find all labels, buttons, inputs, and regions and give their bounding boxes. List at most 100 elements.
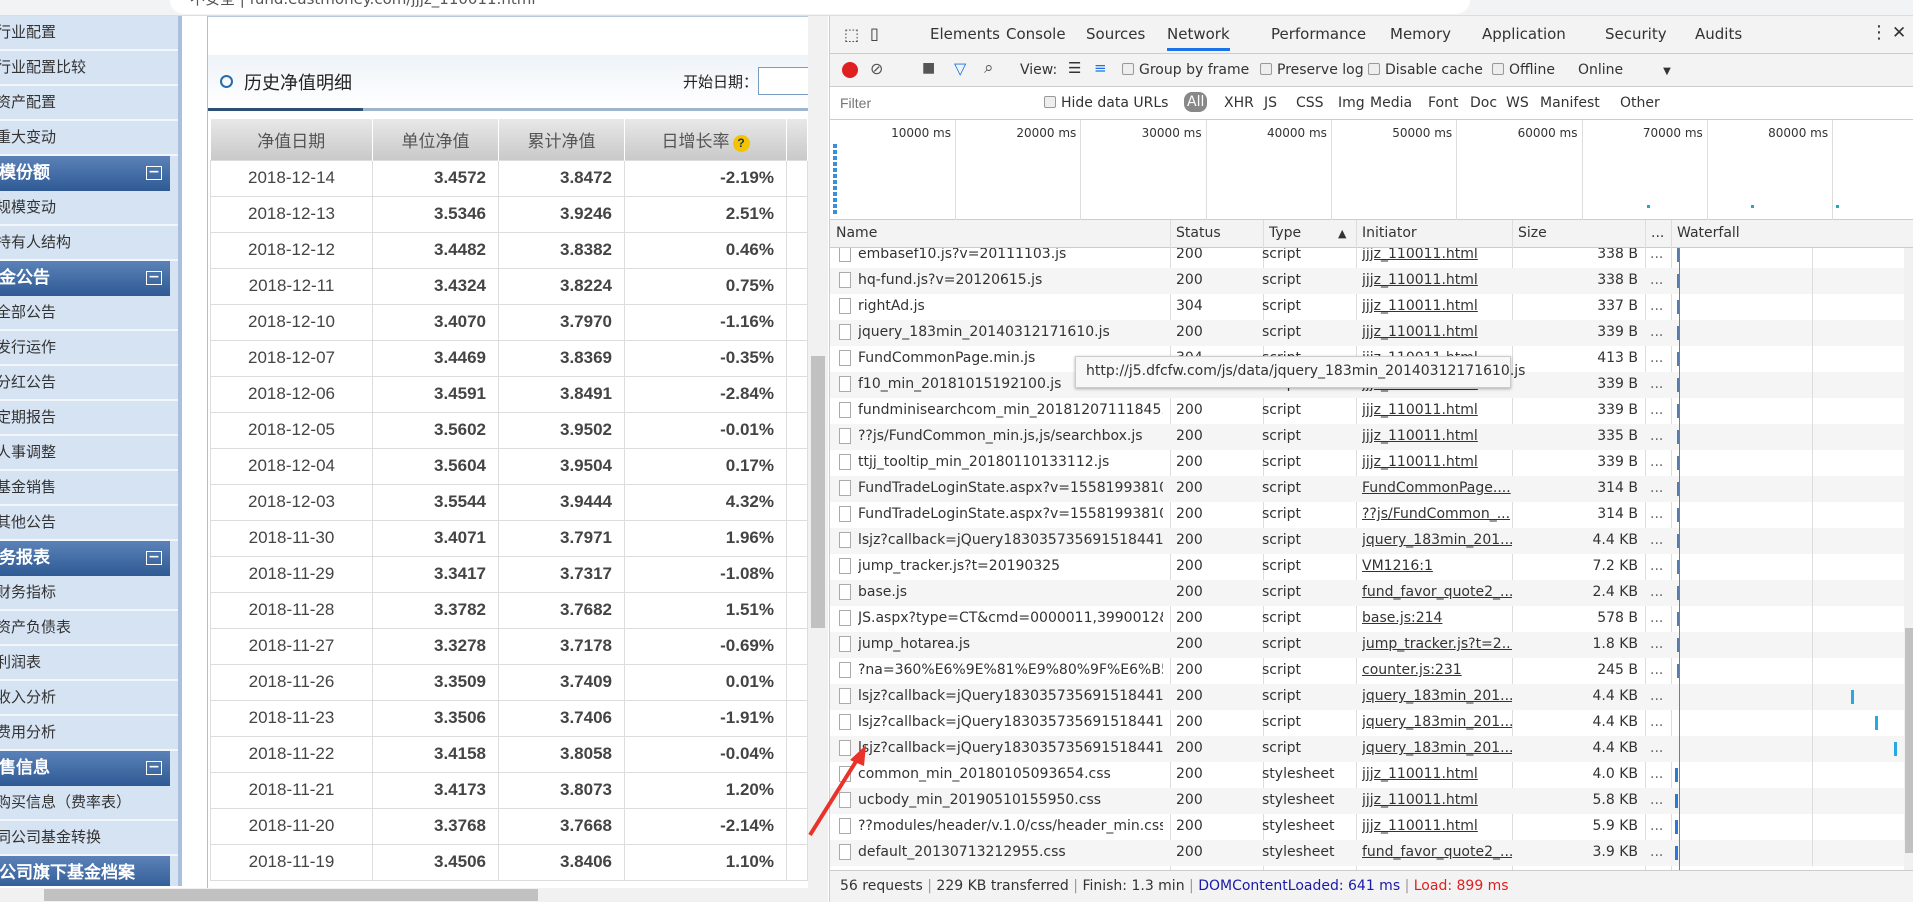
page-horizontal-scrollbar[interactable] <box>0 888 828 902</box>
request-row[interactable]: rightAd.js 304 script jjjz_110011.html 337 B… <box>830 294 1904 320</box>
collapse-icon[interactable]: − <box>146 270 162 285</box>
filter-type-css[interactable]: CSS <box>1296 95 1324 111</box>
request-row[interactable]: FundTradeLoginState.aspx?v=1558199381018… <box>830 502 1904 528</box>
request-initiator[interactable]: jjjz_110011.html <box>1362 402 1512 418</box>
sidebar-item[interactable]: 持有人结构 <box>0 226 178 261</box>
request-initiator[interactable]: VM1216:1 <box>1362 558 1512 574</box>
request-row[interactable]: ucbody_min_20190510155950.css 200 styleshe… <box>830 788 1904 814</box>
sidebar-item[interactable]: 重大变动 <box>0 121 178 156</box>
request-row[interactable]: embasef10.js?v=20111103.js 200 script jjjz_… <box>830 248 1904 268</box>
request-row[interactable]: ??modules/header/v.1.0/css/header_min.cs… <box>830 814 1904 840</box>
help-icon[interactable]: ? <box>732 134 750 152</box>
filter-type-all[interactable]: All <box>1184 92 1208 112</box>
sidebar-item[interactable]: 全部公告 <box>0 296 178 331</box>
inspect-element-icon[interactable]: ⬚ <box>844 25 859 44</box>
request-initiator[interactable]: jjjz_110011.html <box>1362 272 1512 288</box>
scrollbar-thumb[interactable] <box>1905 628 1913 853</box>
device-toolbar-icon[interactable]: ▯ <box>870 24 879 43</box>
collapse-icon[interactable]: − <box>146 760 162 775</box>
hide-data-urls-checkbox[interactable]: Hide data URLs <box>1044 95 1168 111</box>
filter-input[interactable] <box>834 90 1034 116</box>
filter-type-doc[interactable]: Doc <box>1470 95 1497 111</box>
column-header-initiator[interactable]: Initiator <box>1362 225 1417 241</box>
request-list-scrollbar[interactable] <box>1904 248 1913 870</box>
tab-memory[interactable]: Memory <box>1390 25 1451 43</box>
request-initiator[interactable]: jjjz_110011.html <box>1362 792 1512 808</box>
scrollbar-thumb[interactable] <box>811 356 825 628</box>
collapse-icon[interactable]: − <box>146 550 162 565</box>
request-row[interactable]: lsjz?callback=jQuery183035735691518441​0… <box>830 528 1904 554</box>
request-row[interactable]: lsjz?callback=jQuery183035735691518441​0… <box>830 684 1904 710</box>
request-row[interactable]: default_20130713212955.css 200 stylesheet f… <box>830 840 1904 866</box>
start-date-input[interactable] <box>758 67 808 95</box>
sidebar-item[interactable]: 规模变动 <box>0 191 178 226</box>
scrollbar-thumb[interactable] <box>44 889 538 901</box>
column-header-status[interactable]: Status <box>1176 225 1221 241</box>
group-by-frame-checkbox[interactable]: Group by frame <box>1122 62 1249 78</box>
request-row[interactable]: fundminisearchcom_min_20181207111845.js 2… <box>830 398 1904 424</box>
request-initiator[interactable]: jjjz_110011.html <box>1362 818 1512 834</box>
request-initiator[interactable]: jjjz_110011.html <box>1362 454 1512 470</box>
column-header-name[interactable]: Name <box>836 225 877 241</box>
sidebar-item[interactable]: 其他公告 <box>0 506 178 541</box>
request-initiator[interactable]: jquery_183min_201... <box>1362 532 1512 548</box>
sidebar-section-header[interactable]: 财务报表 − <box>0 541 170 576</box>
address-bar[interactable]: 不安全 | fund.eastmoney.com/jjjz_110011.htm… <box>170 0 1470 14</box>
tab-elements[interactable]: Elements <box>930 25 1000 43</box>
request-row[interactable]: ?na=360%E6%9E%81%E9%80%9F%E6%B5... 200 scr… <box>830 658 1904 684</box>
sidebar-item[interactable]: 资产负债表 <box>0 611 178 646</box>
filter-type-other[interactable]: Other <box>1620 95 1660 111</box>
tab-audits[interactable]: Audits <box>1695 25 1742 43</box>
column-header-more[interactable]: ... <box>1651 225 1664 241</box>
offline-checkbox[interactable]: Offline <box>1492 62 1555 78</box>
search-icon[interactable]: ⌕ <box>984 58 994 78</box>
sidebar-section-header[interactable]: 基金公告 − <box>0 261 170 296</box>
sidebar-item[interactable]: 费用分析 <box>0 716 178 751</box>
request-initiator[interactable]: jjjz_110011.html <box>1362 248 1512 262</box>
sidebar-item[interactable]: 收入分析 <box>0 681 178 716</box>
filter-type-media[interactable]: Media <box>1370 95 1412 111</box>
clear-icon[interactable]: ⊘ <box>870 59 883 78</box>
disable-cache-checkbox[interactable]: Disable cache <box>1368 62 1483 78</box>
sidebar-item[interactable]: 资产配置 <box>0 86 178 121</box>
request-row[interactable]: lsjz?callback=jQuery183035735691518441​0… <box>830 736 1904 762</box>
request-initiator[interactable]: jjjz_110011.html <box>1362 324 1512 340</box>
column-header-size[interactable]: Size <box>1518 225 1547 241</box>
request-initiator[interactable]: FundCommonPage.... <box>1362 480 1512 496</box>
more-options-icon[interactable]: ⋮ <box>1870 22 1888 43</box>
tab-network[interactable]: Network <box>1167 25 1230 51</box>
column-header-type[interactable]: Type <box>1269 225 1301 241</box>
overview-icon[interactable]: ≡ <box>1094 59 1107 77</box>
request-row[interactable]: jump_tracker.js?t=20190325 200 script VM121… <box>830 554 1904 580</box>
request-initiator[interactable]: ??js/FundCommon_... <box>1362 506 1512 522</box>
sidebar-item[interactable]: 基金销售 <box>0 471 178 506</box>
request-initiator[interactable]: jjjz_110011.html <box>1362 766 1512 782</box>
request-row[interactable]: jump_hotarea.js 200 script jump_tracker.js?… <box>830 632 1904 658</box>
request-initiator[interactable]: jquery_183min_201... <box>1362 714 1512 730</box>
network-overview-timeline[interactable]: 10000 ms 20000 ms 30000 ms 40000 ms 50000 ms… <box>830 120 1913 220</box>
request-row[interactable]: common_min_20180105093654.css 200 styleshe… <box>830 762 1904 788</box>
request-initiator[interactable]: jump_tracker.js?t=2... <box>1362 636 1512 652</box>
tab-sources[interactable]: Sources <box>1086 25 1145 43</box>
filter-type-xhr[interactable]: XHR <box>1224 95 1254 111</box>
tab-security[interactable]: Security <box>1605 25 1667 43</box>
filter-icon[interactable]: ▽ <box>954 59 966 78</box>
filter-type-font[interactable]: Font <box>1428 95 1458 111</box>
sidebar-item[interactable]: 同公司基金转换 <box>0 821 178 856</box>
filter-type-img[interactable]: Img <box>1338 95 1365 111</box>
request-initiator[interactable]: jjjz_110011.html <box>1362 428 1512 444</box>
record-icon[interactable] <box>842 62 858 78</box>
sidebar-section-header[interactable]: 销售信息 − <box>0 751 170 786</box>
sidebar-item[interactable]: 人事调整 <box>0 436 178 471</box>
request-initiator[interactable]: jjjz_110011.html <box>1362 298 1512 314</box>
sidebar-item[interactable]: 分红公告 <box>0 366 178 401</box>
sidebar-item[interactable]: 利润表 <box>0 646 178 681</box>
request-row[interactable]: JS.aspx?type=CT&cmd=0000011,3990012&... 2… <box>830 606 1904 632</box>
preserve-log-checkbox[interactable]: Preserve log <box>1260 62 1364 78</box>
request-row[interactable]: ??js/FundCommon_min.js,js/searchbox.js 20… <box>830 424 1904 450</box>
request-initiator[interactable]: counter.js:231 <box>1362 662 1512 678</box>
filter-type-manifest[interactable]: Manifest <box>1540 95 1600 111</box>
request-row[interactable]: lsjz?callback=jQuery183035735691518441​0… <box>830 710 1904 736</box>
request-row[interactable]: hq-fund.js?v=20120615.js 200 script jjjz_11… <box>830 268 1904 294</box>
request-row[interactable]: FundTradeLoginState.aspx?v=1558199381010… <box>830 476 1904 502</box>
